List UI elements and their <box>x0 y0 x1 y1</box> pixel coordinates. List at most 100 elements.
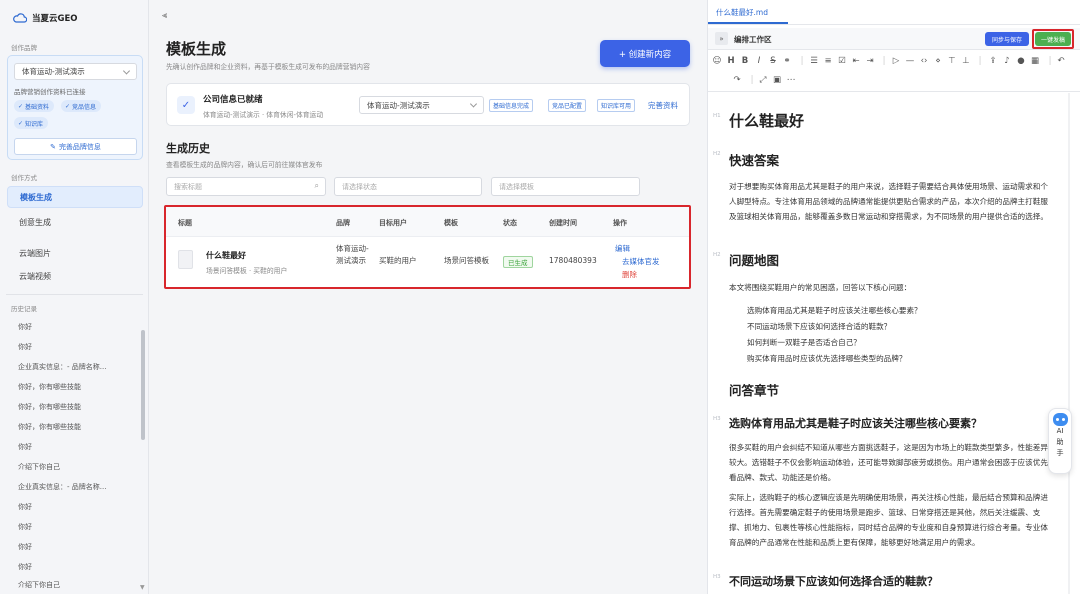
table-row[interactable]: 什么鞋最好 场景问答模板 · 买鞋的用户 体育运动-测试演示 买鞋的用户 场景问… <box>166 237 689 287</box>
link-icon[interactable]: ⚭ <box>781 56 793 66</box>
nav-creative-generate[interactable]: 创意生成 <box>7 211 143 233</box>
delete-link[interactable]: 删除 <box>622 269 637 280</box>
history-item[interactable]: 企业真实信息：- 品牌名称... <box>18 362 106 372</box>
sidebar-scrollbar[interactable] <box>141 330 145 440</box>
record-icon[interactable]: ♪ <box>1001 56 1013 66</box>
row-time: 1780480393 <box>549 256 597 265</box>
edit-link[interactable]: 编辑 <box>615 243 630 254</box>
expand-icon[interactable]: » <box>715 32 728 45</box>
complete-info-link[interactable]: 完善资料 <box>648 100 678 111</box>
editor-scrollbar-track[interactable] <box>1068 93 1070 594</box>
history-item[interactable]: 介绍下你自己 <box>18 462 60 472</box>
divider <box>6 294 143 295</box>
page-subtitle: 先确认创作品牌和企业资料，再基于模板生成可发布的品牌营销内容 <box>166 63 370 71</box>
tag-knowledge: 知识库可用 <box>597 99 636 112</box>
sync-save-button[interactable]: 同步与保存 <box>985 32 1029 46</box>
unordered-list-icon[interactable]: ☰ <box>808 56 820 66</box>
chevron-down-icon <box>469 100 478 108</box>
upload-icon[interactable]: ⇪ <box>987 56 999 66</box>
more-icon[interactable]: ⋯ <box>785 75 797 85</box>
brand-select[interactable]: 体育运动-测试演示 <box>14 63 137 80</box>
company-select[interactable]: 体育运动-测试演示 <box>359 96 484 114</box>
check-icon: ✓ <box>177 96 195 114</box>
history-item[interactable]: 你好，你有哪些技能 <box>18 422 81 432</box>
nav-template-generate[interactable]: 模板生成 <box>7 186 143 208</box>
history-item[interactable]: 你好，你有哪些技能 <box>18 382 81 392</box>
fullscreen-icon[interactable]: ⤢ <box>757 75 769 85</box>
history-table: 标题 品牌 目标用户 模板 状态 创建时间 操作 什么鞋最好 场景问答模板 · … <box>164 205 691 289</box>
one-click-publish-button[interactable]: 一键发稿 <box>1035 32 1071 46</box>
code-icon[interactable]: ‹› <box>918 56 930 66</box>
question-heading-2: 不同运动场景下应该如何选择合适的鞋款？ <box>729 575 938 588</box>
indent-icon[interactable]: ⇥ <box>864 56 876 66</box>
editor-toolbar: ☺ H B I S ⚭ | ☰ ≡ ☑ ⇤ ⇥ | ▷ — ‹› ⋄ ⊤ ⊥ |… <box>708 50 1080 92</box>
nav-cloud-videos[interactable]: 云端视频 <box>7 265 143 287</box>
inline-code-icon[interactable]: ⋄ <box>932 56 944 66</box>
heading-marker: H3 <box>713 416 721 422</box>
document-icon <box>178 250 193 269</box>
history-item[interactable]: 你好 <box>18 542 32 552</box>
brand-panel: 体育运动-测试演示 品牌营销创作资料已连接 ✓ 基础资料 ✓ 竞品信息 ✓ 知识库 ✎… <box>7 55 143 160</box>
row-template: 场景问答模板 <box>444 256 489 265</box>
history-item[interactable]: 你好 <box>18 502 32 512</box>
divider <box>708 24 1080 25</box>
history-item[interactable]: 你好 <box>18 342 32 352</box>
col-status: 状态 <box>503 219 517 227</box>
history-item[interactable]: 你好 <box>18 322 32 332</box>
ai-assistant-button[interactable]: AI 助 手 <box>1048 408 1072 474</box>
history-item[interactable]: 你好 <box>18 522 32 532</box>
history-item[interactable]: 介绍下你自己 <box>18 580 60 590</box>
question-item: 选购体育用品尤其是鞋子时应该关注哪些核心要素？ <box>747 306 922 315</box>
editor-content[interactable]: H1 什么鞋最好 H2 快速答案 对于想要购买体育用品尤其是鞋子的用户来说，选择… <box>708 93 1080 594</box>
insert-after-icon[interactable]: ⊥ <box>960 56 972 66</box>
quote-icon[interactable]: ▷ <box>890 56 902 66</box>
table-icon[interactable]: ▦ <box>1029 56 1041 66</box>
template-select[interactable]: 请选择模板 <box>491 177 640 196</box>
history-item[interactable]: 你好，你有哪些技能 <box>18 402 81 412</box>
robot-icon <box>1052 413 1068 426</box>
question-map-intro: 本文将围绕买鞋用户的常见困惑，回答以下核心问题： <box>729 283 912 292</box>
history-subtitle: 查看模板生成的品牌内容，确认后可前往媒体官发布 <box>166 161 323 169</box>
nav-cloud-images[interactable]: 云端图片 <box>7 242 143 264</box>
question-item: 购买体育用品时应该优先选择哪些类型的品牌？ <box>747 354 907 363</box>
history-item[interactable]: 企业真实信息：- 品牌名称... <box>18 482 106 492</box>
check-icon: ✓ <box>18 119 24 127</box>
insert-before-icon[interactable]: ⊤ <box>946 56 958 66</box>
chevron-down-icon <box>122 66 131 75</box>
horizontal-rule-icon[interactable]: — <box>904 56 916 66</box>
status-select[interactable]: 请选择状态 <box>334 177 482 196</box>
search-input[interactable]: 搜索标题 ⌕ <box>166 177 326 196</box>
history-item[interactable]: 你好 <box>18 562 32 572</box>
app-logo[interactable]: 当夏云GEO <box>13 12 78 24</box>
heading-marker: H2 <box>713 252 721 258</box>
separator: | <box>978 56 982 66</box>
heading-icon[interactable]: H <box>725 56 737 66</box>
emoji-icon[interactable]: ☺ <box>711 56 723 66</box>
company-info-card: ✓ 公司信息已就绪 体育运动-测试演示 · 体育休闲-体育运动 体育运动-测试演… <box>166 83 690 126</box>
doc-title: 什么鞋最好 <box>729 112 805 130</box>
file-tab[interactable]: 什么鞋最好.md <box>716 7 768 18</box>
history-item[interactable]: 你好 <box>18 442 32 452</box>
row-title: 什么鞋最好 <box>206 251 246 260</box>
perfect-brand-button[interactable]: ✎ 完善品牌信息 <box>14 138 137 155</box>
collapse-sidebar-icon[interactable]: ⫷ <box>162 11 167 21</box>
undo-icon[interactable]: ↶ <box>1055 56 1067 66</box>
scroll-down-icon[interactable]: ▼ <box>140 584 145 591</box>
redo-icon[interactable]: ↷ <box>731 75 743 85</box>
create-new-button[interactable]: + 创建新内容 <box>600 40 690 67</box>
preview-icon[interactable]: ▣ <box>771 75 783 85</box>
checklist-icon[interactable]: ☑ <box>836 56 848 66</box>
bold-icon[interactable]: B <box>739 56 751 66</box>
check-icon: ✓ <box>65 102 71 110</box>
ordered-list-icon[interactable]: ≡ <box>822 56 834 66</box>
chip-knowledge: ✓ 知识库 <box>14 117 49 129</box>
status-badge: 已生成 <box>503 256 533 268</box>
separator: | <box>800 56 804 66</box>
italic-icon[interactable]: I <box>753 56 765 66</box>
mic-icon[interactable]: ● <box>1015 56 1027 66</box>
strike-icon[interactable]: S <box>767 56 779 66</box>
publish-link[interactable]: 去媒体官发 <box>622 256 660 267</box>
row-target: 买鞋的用户 <box>379 256 417 265</box>
outdent-icon[interactable]: ⇤ <box>850 56 862 66</box>
search-icon: ⌕ <box>314 181 319 190</box>
